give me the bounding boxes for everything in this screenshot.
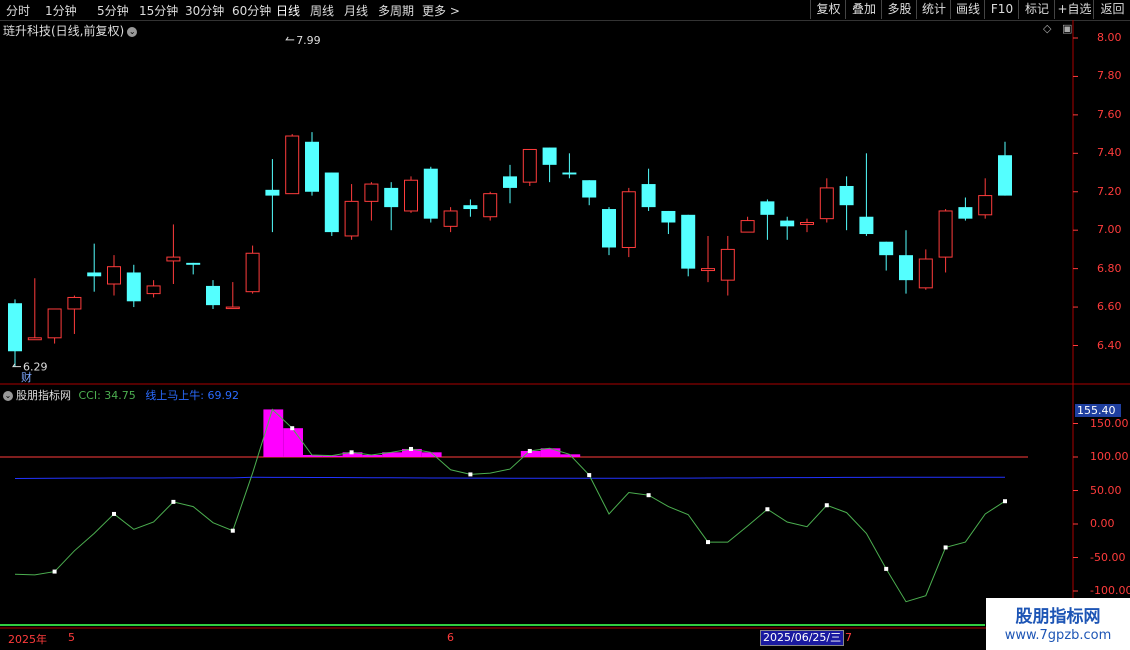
candle-body bbox=[463, 205, 478, 210]
candle-body bbox=[8, 303, 22, 352]
candle-body bbox=[87, 272, 102, 277]
date-month-6: 6 bbox=[447, 631, 454, 644]
cci-point bbox=[824, 503, 829, 508]
cci-point bbox=[706, 540, 710, 545]
watermark-url: www.7gpzb.com bbox=[1004, 628, 1112, 643]
cci-point bbox=[527, 448, 532, 453]
candle-body bbox=[364, 183, 379, 202]
candle-body bbox=[978, 195, 993, 216]
high-marker-arrow bbox=[285, 36, 295, 41]
candle-body bbox=[522, 148, 537, 183]
cci-point bbox=[290, 426, 295, 431]
candle-body bbox=[859, 216, 874, 235]
cci-series bbox=[14, 408, 1006, 603]
candle-body bbox=[740, 220, 755, 233]
cci-point bbox=[646, 493, 651, 498]
candle-body bbox=[701, 268, 715, 272]
cci-bar bbox=[283, 428, 303, 457]
cci-point bbox=[409, 446, 413, 451]
cci-point bbox=[943, 545, 948, 550]
candle-body bbox=[780, 220, 795, 227]
candle-body bbox=[899, 255, 913, 281]
high-label: 7.99 bbox=[296, 34, 321, 47]
candle-body bbox=[245, 252, 260, 293]
cci-point bbox=[52, 569, 57, 574]
candle-body bbox=[918, 258, 933, 289]
candle-body bbox=[839, 185, 854, 206]
candle-body bbox=[582, 180, 597, 198]
candle-body bbox=[423, 168, 438, 219]
candle-body bbox=[542, 147, 557, 165]
line-series bbox=[14, 476, 1006, 479]
candle-body bbox=[562, 172, 577, 175]
candle-body bbox=[483, 193, 498, 218]
candle-body bbox=[146, 285, 161, 295]
cci-point bbox=[765, 507, 770, 512]
cci-point bbox=[349, 450, 354, 455]
date-year: 2025年 bbox=[8, 633, 47, 646]
date-month-7: 7 bbox=[845, 631, 852, 644]
cci-point bbox=[468, 472, 473, 477]
candle-body bbox=[166, 256, 181, 262]
candle-body bbox=[641, 184, 656, 208]
candle-body bbox=[819, 187, 834, 220]
candle-body bbox=[938, 210, 953, 258]
candle-body bbox=[661, 210, 676, 223]
candle-body bbox=[503, 176, 517, 188]
cci-point bbox=[587, 473, 592, 478]
candle-body bbox=[265, 189, 280, 196]
candle-body bbox=[958, 207, 973, 219]
candle-body bbox=[602, 209, 616, 248]
cci-point bbox=[230, 528, 235, 533]
candle-body bbox=[760, 201, 775, 215]
low-marker-arrow bbox=[12, 363, 21, 368]
candle-body bbox=[27, 337, 42, 341]
candle-body bbox=[998, 155, 1012, 196]
candle-body bbox=[186, 262, 201, 265]
candle-body bbox=[621, 191, 636, 248]
cci-point bbox=[112, 511, 116, 516]
candle-body bbox=[443, 210, 458, 227]
candle-body bbox=[285, 135, 300, 195]
date-month-5: 5 bbox=[68, 631, 75, 644]
candle-body bbox=[225, 306, 240, 310]
watermark-name: 股朋指标网 bbox=[1015, 607, 1101, 627]
candle-body bbox=[800, 222, 814, 225]
candle-body bbox=[720, 248, 735, 281]
candle-body bbox=[324, 172, 339, 233]
kline-chart[interactable]: 7.996.29财 bbox=[0, 0, 1130, 650]
candle-body bbox=[47, 308, 62, 339]
candle-body bbox=[681, 214, 696, 269]
date-selected: 2025/06/25/三 bbox=[760, 630, 845, 646]
candle-body bbox=[67, 296, 82, 310]
candle-body bbox=[404, 179, 418, 212]
candle-body bbox=[879, 241, 894, 256]
cci-point bbox=[884, 566, 889, 571]
candle-body bbox=[126, 272, 141, 302]
watermark-logo: 股朋指标网 www.7gpzb.com bbox=[986, 598, 1130, 650]
cci-point bbox=[1003, 499, 1007, 504]
candle-body bbox=[206, 285, 220, 306]
financial-report-marker: 财 bbox=[21, 370, 32, 384]
cci-point bbox=[171, 499, 176, 504]
candle-body bbox=[305, 141, 319, 192]
candle-body bbox=[107, 266, 121, 285]
candle-body bbox=[384, 187, 399, 208]
candle-body bbox=[344, 200, 359, 237]
